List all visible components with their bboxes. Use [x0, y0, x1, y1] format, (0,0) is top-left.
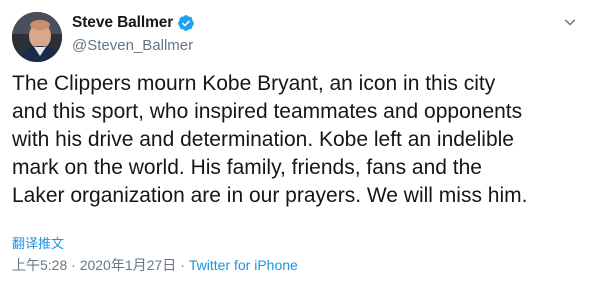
- source-link[interactable]: Twitter for iPhone: [189, 257, 298, 273]
- tweet-text-line: Laker organization are in our prayers. W…: [12, 184, 528, 207]
- tweet-text-line: with his drive and determination. Kobe l…: [12, 128, 514, 151]
- handle[interactable]: @Steven_Ballmer: [72, 36, 195, 56]
- tweet-text: The Clippers mourn Kobe Bryant, an icon …: [12, 70, 582, 210]
- tweet-card: Steve Ballmer @Steven_Ballmer The Clippe…: [0, 0, 591, 285]
- profile-photo-icon: [12, 12, 62, 62]
- meta-separator: ·: [180, 257, 185, 273]
- chevron-down-icon[interactable]: [561, 14, 579, 32]
- verified-badge-icon: [178, 15, 195, 31]
- tweet-meta: 上午5:28 · 2020年1月27日 · Twitter for iPhone: [12, 256, 298, 274]
- timestamp[interactable]: 上午5:28 · 2020年1月27日: [12, 257, 176, 273]
- display-name[interactable]: Steve Ballmer: [72, 14, 173, 32]
- translate-tweet-link[interactable]: 翻译推文: [12, 236, 64, 252]
- name-row: Steve Ballmer: [72, 12, 195, 34]
- tweet-text-line: The Clippers mourn Kobe Bryant, an icon …: [12, 72, 496, 95]
- tweet-text-line: mark on the world. His family, friends, …: [12, 156, 482, 179]
- avatar[interactable]: [12, 12, 62, 62]
- author-block: Steve Ballmer @Steven_Ballmer: [72, 12, 195, 56]
- tweet-text-line: and this sport, who inspired teammates a…: [12, 100, 523, 123]
